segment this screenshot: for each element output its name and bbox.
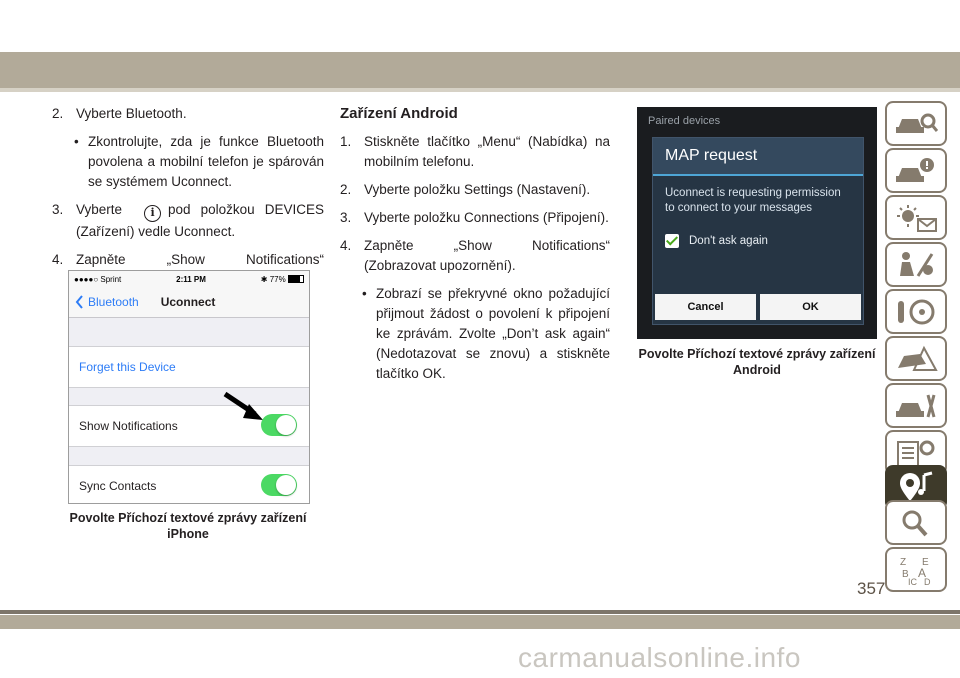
bullet-text: Zkontrolujte, zda je funkce Bluetooth po…: [88, 134, 324, 189]
step-3: 3. Vyberte položku Connections (Připojen…: [340, 208, 610, 228]
iphone-screenshot: ●●●●○ Sprint 2:11 PM ✱ 77% Bluetooth Uco…: [68, 270, 310, 504]
watermark: carmanualsonline.info: [518, 642, 801, 673]
column-1: 2. Vyberte Bluetooth. • Zkontrolujte, zd…: [52, 104, 324, 298]
show-notifications-toggle[interactable]: [261, 414, 297, 436]
step-text: Vyberte položku Settings (Nastavení).: [364, 182, 591, 197]
header-band-shadow: [0, 88, 960, 92]
checkbox-label: Don't ask again: [689, 235, 768, 247]
status-carrier: ●●●●○ Sprint: [74, 274, 122, 284]
tab-car-crash[interactable]: [885, 336, 947, 381]
tab-car-warning[interactable]: [885, 148, 947, 193]
step-2: 2. Vyberte Bluetooth.: [52, 104, 324, 124]
sync-contacts-label: Sync Contacts: [79, 479, 157, 493]
battery-icon: [287, 274, 304, 283]
footer-band: [0, 615, 960, 629]
tab-car-tools[interactable]: [885, 383, 947, 428]
map-request-dialog: MAP request Uconnect is requesting permi…: [652, 137, 864, 325]
car-crash-icon: [898, 345, 938, 371]
step-2: 2. Vyberte položku Settings (Nastavení).: [340, 180, 610, 200]
car-tools-icon: [896, 394, 936, 417]
checkbox-checked-icon[interactable]: [665, 234, 679, 248]
svg-text:D: D: [924, 577, 931, 587]
info-icon: i: [144, 204, 162, 222]
seat-airbag-icon: [900, 251, 934, 277]
page-number: 357: [857, 579, 886, 598]
header-band: [0, 52, 960, 88]
step-number: 2.: [340, 182, 352, 197]
svg-text:Z: Z: [900, 557, 906, 568]
forget-device-label: Forget this Device: [79, 360, 176, 374]
light-mail-icon: [897, 204, 937, 232]
step-text: Vyberte Bluetooth.: [76, 106, 187, 121]
step-number: 3.: [340, 210, 352, 225]
step-text: Stiskněte tlačítko „Menu“ (Nabídka) na m…: [364, 134, 610, 169]
step-4: 4. Zapněte „Show Notifications“ (Zobrazo…: [340, 236, 610, 276]
step-text: Vyberte i pod položkou DEVICES (Zařízení) …: [76, 200, 324, 242]
column-2: Zařízení Android 1. Stiskněte tlačítko „…: [340, 104, 610, 392]
tab-lights-mail[interactable]: [885, 195, 947, 240]
svg-text:IC: IC: [908, 577, 918, 587]
chevron-left-icon: [75, 295, 83, 309]
back-button[interactable]: Bluetooth: [75, 295, 139, 309]
ok-button[interactable]: OK: [760, 294, 861, 320]
dialog-body: Uconnect is requesting permission to con…: [665, 187, 841, 214]
tab-car-search[interactable]: [885, 101, 947, 146]
bullet-dot: •: [362, 286, 367, 301]
step-text: Vyberte položku Connections (Připojení).: [364, 210, 609, 225]
bullet-dot: •: [74, 134, 79, 149]
tab-search[interactable]: [885, 500, 947, 545]
forget-device-row[interactable]: Forget this Device: [69, 346, 309, 388]
ios-nav-bar: Bluetooth Uconnect: [69, 287, 309, 318]
bullet-item: • Zobrazí se překryvné okno požadující p…: [362, 284, 610, 384]
magnifier-icon: [902, 510, 928, 536]
step-text: Zapněte „Show Notifications“ (Zobrazovat…: [364, 238, 610, 273]
sync-contacts-row: Sync Contacts: [69, 465, 309, 503]
battery-level: 77%: [269, 274, 286, 284]
tab-seat-airbag[interactable]: [885, 242, 947, 287]
bluetooth-icon: ✱: [260, 274, 270, 284]
step-text-before: Vyberte: [76, 202, 123, 217]
alphabet-index-icon: Z E B A IC D: [900, 557, 931, 587]
status-time: 2:11 PM: [176, 274, 206, 284]
status-battery: ✱ 77%: [260, 274, 304, 284]
section-heading: Zařízení Android: [340, 105, 458, 122]
step-number: 3.: [52, 202, 64, 217]
show-notifications-label: Show Notifications: [79, 419, 178, 433]
car-search-icon: [896, 113, 938, 133]
step-number: 1.: [340, 134, 352, 149]
android-screenshot: Paired devices MAP request Uconnect is r…: [637, 107, 877, 339]
back-label: Bluetooth: [88, 295, 139, 309]
iphone-caption: Povolte Příchozí textové zprávy zařízení…: [69, 511, 307, 541]
steering-gear-icon: [898, 299, 935, 324]
dialog-title: MAP request: [653, 138, 863, 176]
step-number: 4.: [340, 238, 352, 253]
car-warning-icon: [896, 157, 934, 182]
sync-contacts-toggle[interactable]: [261, 474, 297, 496]
list-gear-icon: [897, 440, 935, 467]
tab-index[interactable]: Z E B A IC D: [885, 547, 947, 592]
step-1: 1. Stiskněte tlačítko „Menu“ (Nabídka) n…: [340, 132, 610, 172]
nav-title: Uconnect: [160, 295, 216, 309]
dont-ask-again-row[interactable]: Don't ask again: [665, 234, 863, 248]
step-number: 2.: [52, 106, 64, 121]
ios-status-bar: ●●●●○ Sprint 2:11 PM ✱ 77%: [69, 271, 309, 287]
bullet-item: • Zkontrolujte, zda je funkce Bluetooth …: [74, 132, 324, 192]
show-notifications-row: Show Notifications: [69, 391, 309, 447]
bullet-text: Zobrazí se překryvné okno požadující při…: [376, 286, 610, 381]
cancel-button[interactable]: Cancel: [655, 294, 756, 320]
footer-line: [0, 610, 960, 614]
paired-devices-header: Paired devices: [648, 115, 721, 127]
tab-steering[interactable]: [885, 289, 947, 334]
step-3: 3. Vyberte i pod položkou DEVICES (Zařízen…: [52, 200, 324, 242]
dialog-buttons: Cancel OK: [655, 294, 861, 320]
android-caption: Povolte Příchozí textové zprávy zařízení…: [638, 347, 876, 377]
